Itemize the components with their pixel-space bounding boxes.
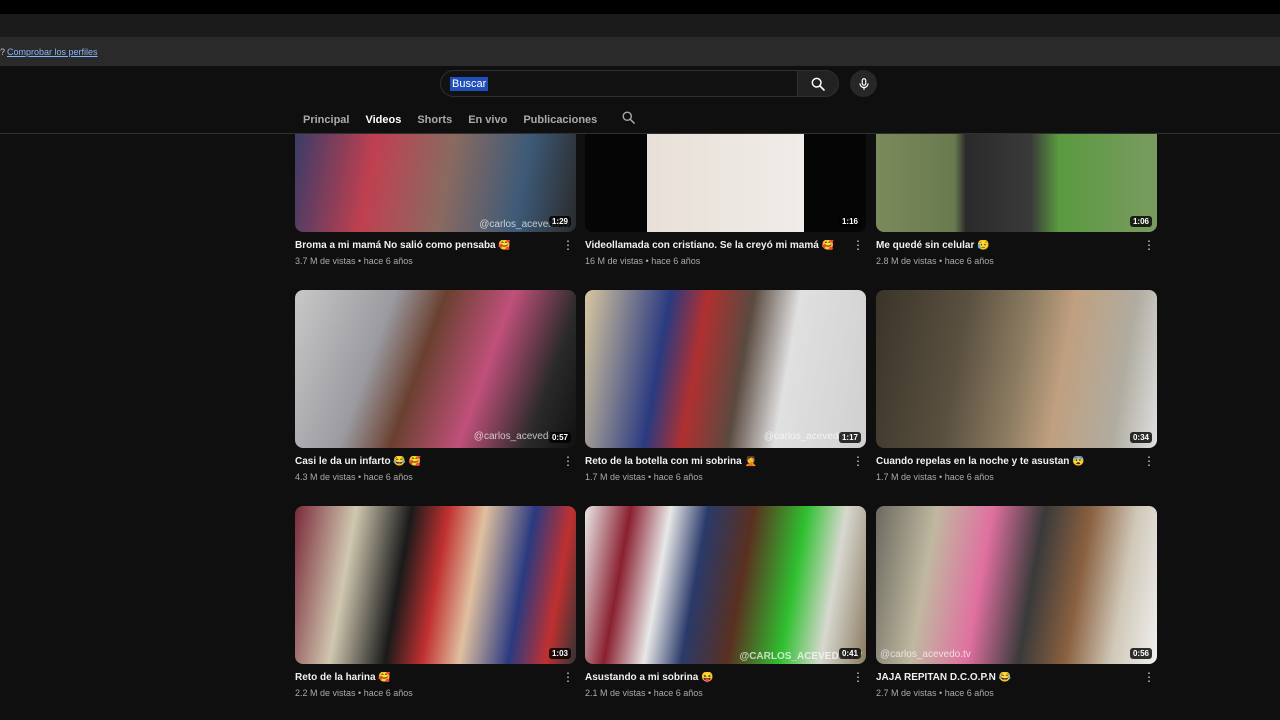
video-thumbnail[interactable]: 1:03 xyxy=(295,506,576,664)
tab-shorts[interactable]: Shorts xyxy=(417,114,452,126)
video-title[interactable]: Asustando a mi sobrina 😝 xyxy=(585,672,845,683)
video-title[interactable]: Cuando repelas en la noche y te asustan … xyxy=(876,456,1136,467)
view-count: 2.7 M de vistas xyxy=(876,688,937,698)
video-title[interactable]: Reto de la botella con mi sobrina 🤦 xyxy=(585,456,845,467)
video-title[interactable]: Reto de la harina 🥰 xyxy=(295,672,555,683)
video-card[interactable]: @CARLOS_ACEVEDO.TV 0:41 Asustando a mi s… xyxy=(585,506,866,698)
more-options-icon[interactable]: ⋮ xyxy=(852,455,864,467)
more-options-icon[interactable]: ⋮ xyxy=(562,671,574,683)
view-count: 16 M de vistas xyxy=(585,256,644,266)
video-thumbnail[interactable]: @carlos_acevedo.tv 0:56 xyxy=(876,506,1157,664)
duration-badge: 1:16 xyxy=(838,216,861,227)
search-icon xyxy=(811,77,825,91)
upload-age: hace 6 años xyxy=(944,688,994,698)
tab-videos[interactable]: Videos xyxy=(365,114,401,126)
video-card[interactable]: @carlos_acevedo 0:57 Casi le da un infar… xyxy=(295,290,576,482)
video-meta: 2.8 M de vistas • hace 6 años xyxy=(876,256,994,266)
upload-age: hace 6 años xyxy=(944,256,994,266)
video-meta: 1.7 M de vistas • hace 6 años xyxy=(876,472,994,482)
video-meta: 1.7 M de vistas • hace 6 años xyxy=(585,472,703,482)
view-count: 2.2 M de vistas xyxy=(295,688,356,698)
video-title[interactable]: JAJA REPITAN D.C.O.P.N 😂 xyxy=(876,672,1136,683)
voice-search-button[interactable] xyxy=(850,70,877,97)
info-bar-prefix: ? xyxy=(0,47,6,57)
more-options-icon[interactable]: ⋮ xyxy=(562,455,574,467)
video-thumbnail[interactable]: @carlos_acevedo 1:17 xyxy=(585,290,866,448)
browser-toolbar xyxy=(0,14,1280,38)
check-profiles-link[interactable]: Comprobar los perfiles xyxy=(7,47,98,57)
view-count: 3.7 M de vistas xyxy=(295,256,356,266)
view-count: 2.8 M de vistas xyxy=(876,256,937,266)
more-options-icon[interactable]: ⋮ xyxy=(852,239,864,251)
video-thumbnail[interactable]: 0:34 xyxy=(876,290,1157,448)
upload-age: hace 6 años xyxy=(363,472,413,482)
microphone-icon xyxy=(858,77,869,90)
video-thumbnail[interactable]: @carlos_acevedo 0:57 xyxy=(295,290,576,448)
more-options-icon[interactable]: ⋮ xyxy=(1143,671,1155,683)
tab-publicaciones[interactable]: Publicaciones xyxy=(523,114,597,126)
tab-principal[interactable]: Principal xyxy=(303,114,349,126)
video-meta: 4.3 M de vistas • hace 6 años xyxy=(295,472,413,482)
search-query-text: Buscar xyxy=(450,76,489,91)
video-meta: 16 M de vistas • hace 6 años xyxy=(585,256,701,266)
channel-header: Buscar Principal Videos Shorts En vivo P… xyxy=(0,66,1280,134)
upload-age: hace 6 años xyxy=(653,472,703,482)
search-button[interactable] xyxy=(797,70,839,97)
video-title[interactable]: Casi le da un infarto 😂 🥰 xyxy=(295,456,555,467)
info-bar: ? Comprobar los perfiles xyxy=(0,38,1280,66)
video-card[interactable]: @carlos_acevedo 1:17 Reto de la botella … xyxy=(585,290,866,482)
view-count: 1.7 M de vistas xyxy=(876,472,937,482)
video-card[interactable]: 1:03 Reto de la harina 🥰 2.2 M de vistas… xyxy=(295,506,576,698)
upload-age: hace 6 años xyxy=(363,256,413,266)
duration-badge: 1:17 xyxy=(838,432,861,443)
watermark: @carlos_acevedo.tv xyxy=(880,649,971,660)
view-count: 2.1 M de vistas xyxy=(585,688,646,698)
video-card[interactable]: 0:34 Cuando repelas en la noche y te asu… xyxy=(876,290,1157,482)
upload-age: hace 6 años xyxy=(363,688,413,698)
video-meta: 3.7 M de vistas • hace 6 años xyxy=(295,256,413,266)
more-options-icon[interactable]: ⋮ xyxy=(852,671,864,683)
upload-age: hace 6 años xyxy=(944,472,994,482)
duration-badge: 0:34 xyxy=(1129,432,1152,443)
tab-en-vivo[interactable]: En vivo xyxy=(468,114,507,126)
more-options-icon[interactable]: ⋮ xyxy=(1143,455,1155,467)
duration-badge: 1:03 xyxy=(548,648,571,659)
video-thumbnail[interactable]: @CARLOS_ACEVEDO.TV 0:41 xyxy=(585,506,866,664)
video-meta: 2.2 M de vistas • hace 6 años xyxy=(295,688,413,698)
channel-search-button[interactable] xyxy=(621,110,636,130)
search-icon xyxy=(622,111,636,124)
watermark: @carlos_acevedo xyxy=(473,431,554,442)
view-count: 4.3 M de vistas xyxy=(295,472,356,482)
video-card[interactable]: @carlos_acevedo.tv 0:56 JAJA REPITAN D.C… xyxy=(876,506,1157,698)
upload-age: hace 6 años xyxy=(651,256,701,266)
watermark: @carlos_acevedo xyxy=(763,431,844,442)
more-options-icon[interactable]: ⋮ xyxy=(1143,239,1155,251)
duration-badge: 1:29 xyxy=(548,216,571,227)
video-title[interactable]: Broma a mi mamá No salió como pensaba 🥰 xyxy=(295,240,555,251)
duration-badge: 0:41 xyxy=(838,648,861,659)
more-options-icon[interactable]: ⋮ xyxy=(562,239,574,251)
search-input[interactable]: Buscar xyxy=(440,70,798,97)
video-title[interactable]: Videollamada con cristiano. Se la creyó … xyxy=(585,240,845,251)
duration-badge: 1:06 xyxy=(1129,216,1152,227)
channel-tabs: Principal Videos Shorts En vivo Publicac… xyxy=(303,110,636,130)
video-meta: 2.7 M de vistas • hace 6 años xyxy=(876,688,994,698)
video-meta: 2.1 M de vistas • hace 6 años xyxy=(585,688,703,698)
video-title[interactable]: Me quedé sin celular 😥 xyxy=(876,240,1136,251)
duration-badge: 0:56 xyxy=(1129,648,1152,659)
window-top-strip xyxy=(0,0,1280,14)
upload-age: hace 6 años xyxy=(653,688,703,698)
view-count: 1.7 M de vistas xyxy=(585,472,646,482)
duration-badge: 0:57 xyxy=(548,432,571,443)
